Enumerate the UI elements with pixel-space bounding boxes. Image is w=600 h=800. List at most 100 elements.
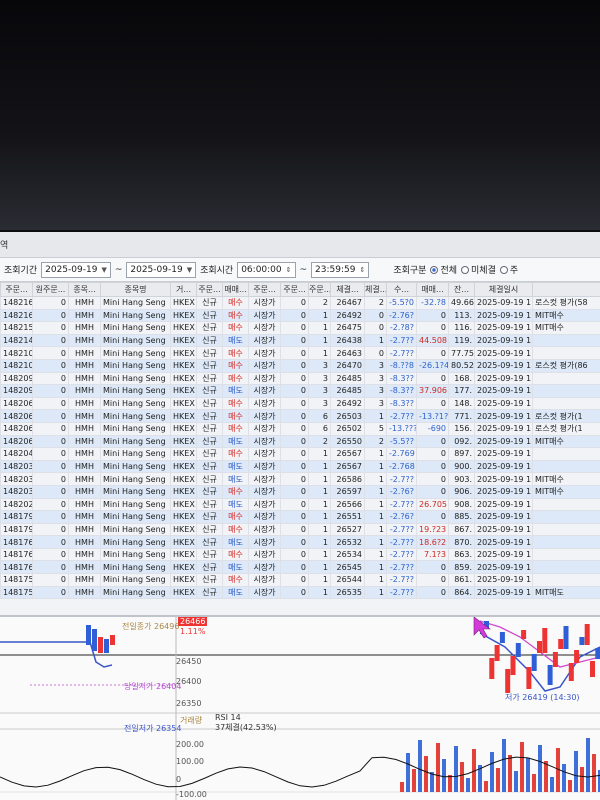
table-cell: 0 (32, 358, 69, 373)
table-row[interactable]: 14821030HMHMini Hang SengHKEX신규매수시장가0326… (0, 358, 600, 373)
table-row[interactable]: 14820350HMHMini Hang SengHKEX신규매도시장가0126… (0, 472, 600, 486)
table-cell: 0 (32, 535, 69, 549)
table-row[interactable]: 14817970HMHMini Hang SengHKEX신규매수시장가0126… (0, 510, 600, 524)
table-cell: -2.769 (386, 447, 417, 461)
table-cell: 3 (364, 396, 387, 411)
column-header[interactable] (532, 282, 600, 297)
table-cell: 1482103 (0, 358, 33, 373)
table-cell: 0 (32, 560, 69, 575)
table-cell: 시장가 (248, 434, 281, 449)
column-header[interactable]: 거... (170, 282, 197, 297)
date-to-field[interactable]: 2025-09-19 ▼ (126, 261, 197, 278)
column-header[interactable]: 체결... (364, 282, 387, 297)
table-row[interactable]: 14817630HMHMini Hang SengHKEX신규매도시장가0126… (0, 560, 600, 575)
date-from-field[interactable]: 2025-09-19 ▼ (41, 261, 111, 278)
table-cell: 0 (280, 535, 309, 549)
column-header[interactable]: 종목... (68, 282, 101, 297)
table-cell: 0 (32, 346, 69, 360)
table-row[interactable]: 14817530HMHMini Hang SengHKEX신규매도시장가0126… (0, 585, 600, 600)
volume-bar (526, 758, 530, 792)
table-cell: Mini Hang Seng (100, 296, 171, 310)
column-header[interactable]: 주문... (280, 282, 309, 297)
table-cell: Mini Hang Seng (100, 321, 171, 335)
column-header[interactable]: 종목명 (100, 282, 171, 297)
table-cell: HMH (68, 346, 101, 360)
table-row[interactable]: 14820310HMHMini Hang SengHKEX신규매수시장가0126… (0, 484, 600, 499)
table-row[interactable]: 14820630HMHMini Hang SengHKEX신규매수시장가0326… (0, 396, 600, 411)
table-row[interactable]: 14821610HMHMini Hang SengHKEX신규매수시장가0126… (0, 308, 600, 323)
table-cell: 0 (416, 560, 449, 575)
table-cell: HMH (68, 321, 101, 335)
column-header[interactable]: 매매... (222, 282, 249, 297)
column-header[interactable]: 주문... (308, 282, 331, 297)
table-cell: 0 (32, 472, 69, 486)
table-row[interactable]: 14820480HMHMini Hang SengHKEX신규매수시장가0126… (0, 447, 600, 461)
table-cell: -5.5?0 (386, 296, 417, 310)
table-row[interactable]: 14817540HMHMini Hang SengHKEX신규매수시장가0126… (0, 573, 600, 587)
radio-all[interactable]: 전체 (430, 263, 457, 276)
volume-bar (436, 743, 440, 792)
table-row[interactable]: 14817680HMHMini Hang SengHKEX신규매도시장가0126… (0, 535, 600, 549)
table-cell: 177. (448, 384, 475, 398)
table-row[interactable]: 14817950HMHMini Hang SengHKEX신규매수시장가0126… (0, 522, 600, 537)
table-cell: 1 (364, 560, 387, 575)
volume-bar (454, 746, 458, 792)
table-cell: 26597 (330, 484, 365, 499)
radio-third-label: 주 (509, 266, 519, 276)
table-cell: HKEX (170, 358, 197, 373)
table-cell: HMH (68, 371, 101, 386)
table-row[interactable]: 14820600HMHMini Hang SengHKEX신규매수시장가0626… (0, 421, 600, 436)
table-row[interactable]: 14821400HMHMini Hang SengHKEX신규매도시장가0126… (0, 333, 600, 348)
column-header[interactable]: 체결일시 (474, 282, 533, 297)
volume-bar (400, 782, 404, 792)
table-cell: HKEX (170, 497, 197, 512)
column-header[interactable]: 체결... (330, 282, 365, 297)
spinner-icon[interactable]: ⇕ (286, 266, 292, 274)
table-row[interactable]: 14820290HMHMini Hang SengHKEX신규매도시장가0126… (0, 497, 600, 512)
column-header[interactable]: 주문... (0, 282, 33, 297)
volume-bar (412, 769, 416, 792)
table-row[interactable]: 14820970HMHMini Hang SengHKEX신규매수시장가0326… (0, 371, 600, 386)
candle (104, 639, 109, 653)
column-header[interactable]: 수... (386, 282, 417, 297)
table-cell: 매수 (222, 510, 249, 524)
table-cell: Mini Hang Seng (100, 472, 171, 486)
table-row[interactable]: 14820600HMHMini Hang SengHKEX신규매도시장가0226… (0, 434, 600, 449)
time-to-field[interactable]: 23:59:59 ⇕ (311, 261, 370, 278)
table-cell: 신규 (196, 321, 223, 335)
column-header[interactable]: 매매... (416, 282, 449, 297)
radio-unfilled[interactable]: 미체결 (461, 263, 496, 276)
table-row[interactable]: 14820600HMHMini Hang SengHKEX신규매수시장가0626… (0, 409, 600, 423)
table-row[interactable]: 14817640HMHMini Hang SengHKEX신규매수시장가0126… (0, 547, 600, 562)
table-cell: 매수 (222, 573, 249, 587)
table-cell: 26463 (330, 346, 365, 360)
y-tick-26400: 26400 (176, 677, 202, 686)
table-cell: 0 (32, 396, 69, 411)
table-cell: HMH (68, 409, 101, 423)
column-header[interactable]: 원주문... (32, 282, 69, 297)
table-cell (532, 560, 600, 575)
volume-bar (580, 767, 584, 792)
table-row[interactable]: 14821090HMHMini Hang SengHKEX신규매수시장가0126… (0, 346, 600, 360)
table-cell: HKEX (170, 371, 197, 386)
table-row[interactable]: 14820960HMHMini Hang SengHKEX신규매도시장가0326… (0, 384, 600, 398)
table-row[interactable]: 14821530HMHMini Hang SengHKEX신규매수시장가0126… (0, 321, 600, 335)
time-from-field[interactable]: 06:00:00 ⇕ (237, 261, 296, 278)
radio-third[interactable]: 주 (499, 263, 519, 276)
table-row[interactable]: 14821670HMHMini Hang SengHKEX신규매수시장가0226… (0, 296, 600, 310)
table-cell: 2025-09-19 1 (474, 371, 533, 386)
table-row[interactable]: 14820360HMHMini Hang SengHKEX신규매도시장가0126… (0, 459, 600, 474)
chevron-down-icon[interactable]: ▼ (101, 266, 106, 274)
column-header[interactable]: 잔... (448, 282, 475, 297)
column-header[interactable]: 주문... (248, 282, 281, 297)
table-cell: MIT매수 (532, 472, 600, 486)
table-cell: 0 (32, 384, 69, 398)
table-cell: 신규 (196, 585, 223, 600)
table-cell: -2.?6? (386, 510, 417, 524)
column-header[interactable]: 주문... (196, 282, 223, 297)
chevron-down-icon[interactable]: ▼ (187, 266, 192, 274)
table-cell: 1 (364, 472, 387, 486)
vol-tick-100: 100.00 (176, 757, 204, 766)
spinner-icon[interactable]: ⇕ (359, 266, 365, 274)
table-cell: 매도 (222, 472, 249, 486)
